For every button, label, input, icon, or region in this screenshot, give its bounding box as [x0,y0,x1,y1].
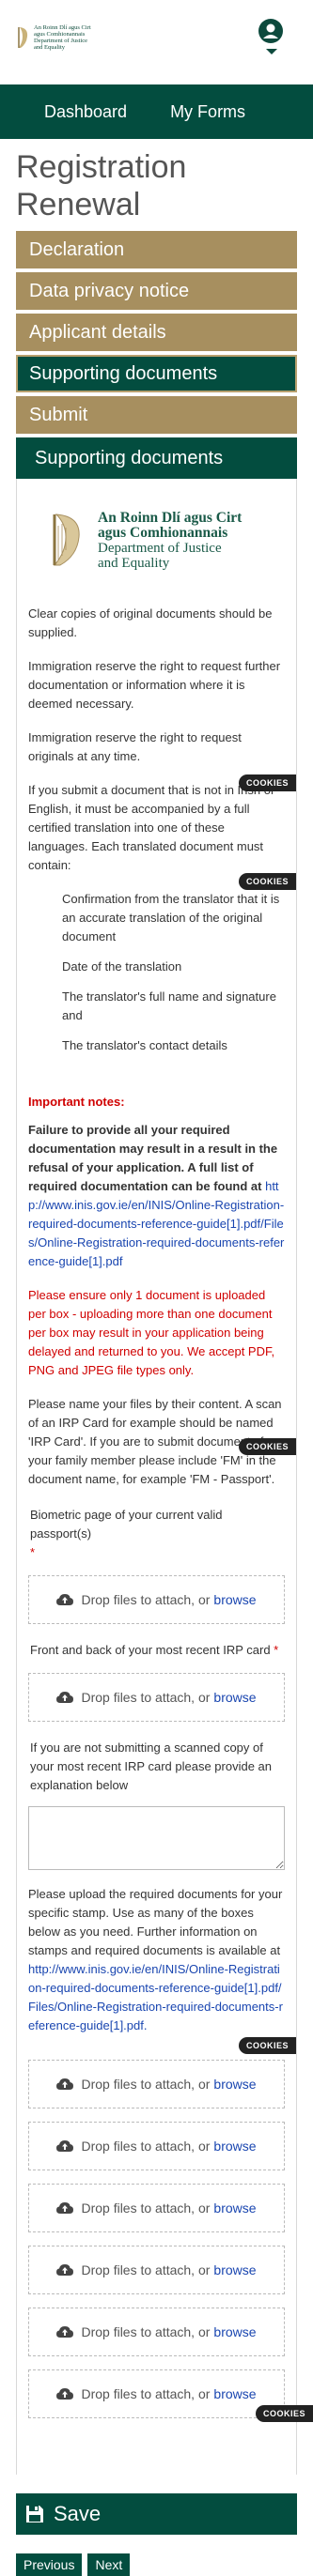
department-name: An Roinn Dlí agus Cirt agus Comhionannai… [98,510,243,572]
browse-link[interactable]: browse [213,2200,256,2216]
dept-line: and Equality [98,556,170,571]
dept-line: agus Comhionannais [98,525,228,541]
user-menu-button[interactable] [258,19,283,43]
cookies-tab[interactable]: COOKIES [238,774,296,791]
logo-line: and Equality [34,44,66,51]
cookies-tab[interactable]: COOKIES [238,873,296,890]
browse-link[interactable]: browse [213,1690,256,1705]
cookies-tab[interactable]: COOKIES [255,2405,313,2422]
stamp-dropzone[interactable]: Drop files to attach, or browse [28,2369,285,2418]
section-header: Supporting documents [16,437,297,479]
dropzone-text: Drop files to attach, or [81,2262,211,2277]
irp-dropzone[interactable]: Drop files to attach, or browse [28,1673,285,1722]
list-item: Confirmation from the translator that it… [62,892,280,943]
list-item: The translator's full name and signature… [62,989,276,1022]
cookies-tab[interactable]: COOKIES [238,1438,296,1455]
dept-line: An Roinn Dlí agus Cirt [98,510,243,526]
stamp-instructions: Please upload the required documents for… [28,1885,285,2035]
bottom-navigation: Previous Next [16,2553,297,2576]
required-mark: * [30,1545,36,1559]
passport-field-label: Biometric page of your current valid pas… [28,1506,285,1562]
floppy-disk-icon [26,2506,43,2522]
logo-text: An Roinn Dlí agus Cirt agus Comhionannai… [34,24,91,51]
important-bold-text: Failure to provide all your required doc… [28,1123,278,1193]
logo-line: Department of Justice [34,38,88,44]
browse-link[interactable]: browse [213,1592,256,1607]
department-banner: An Roinn Dlí agus Cirt agus Comhionannai… [28,479,285,595]
dept-line: Department of Justice [98,541,222,556]
step-supporting-documents[interactable]: Supporting documents [16,355,297,392]
dropzone-text: Drop files to attach, or [81,2200,211,2216]
dropzone-text: Drop files to attach, or [81,2386,211,2401]
list-item: Date of the translation [62,959,182,974]
cookies-tab[interactable]: COOKIES [238,2037,296,2054]
chevron-down-icon[interactable] [266,49,277,54]
harp-icon [53,514,80,566]
explanation-field-label: If you are not submitting a scanned copy… [30,1740,273,1792]
info-paragraph: Immigration reserve the right to request… [28,730,242,763]
nav-dashboard[interactable]: Dashboard [0,84,127,139]
cloud-upload-icon [56,2202,74,2214]
step-submit[interactable]: Submit [16,396,297,434]
irp-field-label: Front and back of your most recent IRP c… [28,1641,285,1660]
step-applicant-details[interactable]: Applicant details [16,314,297,351]
cloud-upload-icon [56,1692,74,1703]
passport-label-text: Biometric page of your current valid pas… [30,1508,223,1541]
info-paragraph: Immigration reserve the right to request… [28,659,281,711]
cloud-upload-icon [56,2078,74,2090]
stamp-dropzone[interactable]: Drop files to attach, or browse [28,2060,285,2108]
important-heading: Important notes: [28,1095,125,1109]
browse-link[interactable]: browse [213,2386,256,2401]
previous-button[interactable]: Previous [16,2553,83,2576]
info-paragraph: Clear copies of original documents shoul… [28,606,273,639]
department-logo[interactable]: An Roinn Dlí agus Cirt agus Comhionannai… [17,24,91,51]
cloud-upload-icon [56,2264,74,2276]
top-header: An Roinn Dlí agus Cirt agus Comhionannai… [0,0,313,84]
stamp-dropzone[interactable]: Drop files to attach, or browse [28,2246,285,2294]
browse-link[interactable]: browse [213,2262,256,2277]
upload-warning: Please ensure only 1 document is uploade… [28,1288,275,1377]
browse-link[interactable]: browse [213,2139,256,2154]
stamp-dropzone[interactable]: Drop files to attach, or browse [28,2184,285,2232]
harp-icon [18,27,28,48]
dropzone-text: Drop files to attach, or [81,2077,211,2092]
dropzone-text: Drop files to attach, or [81,1690,211,1705]
cloud-upload-icon [56,2326,74,2338]
dropzone-text: Drop files to attach, or [81,1592,211,1607]
save-label: Save [54,2502,102,2525]
browse-link[interactable]: browse [213,2324,256,2339]
browse-link[interactable]: browse [213,2077,256,2092]
dropzone-text: Drop files to attach, or [81,2324,211,2339]
stamp-dropzone[interactable]: Drop files to attach, or browse [28,2308,285,2356]
logo-line: An Roinn Dlí agus Cirt [34,24,91,31]
passport-dropzone[interactable]: Drop files to attach, or browse [28,1575,285,1624]
dropzone-text: Drop files to attach, or [81,2139,211,2154]
step-declaration[interactable]: Declaration [16,231,297,268]
nav-my-forms[interactable]: My Forms [127,84,245,139]
main-nav: Dashboard My Forms [0,84,313,139]
step-data-privacy-notice[interactable]: Data privacy notice [16,272,297,310]
irp-label-text: Front and back of your most recent IRP c… [30,1643,271,1657]
form-content: An Roinn Dlí agus Cirt agus Comhionannai… [16,479,297,2475]
explanation-textarea[interactable] [28,1806,285,1870]
cloud-upload-icon [56,2388,74,2400]
logo-line: agus Comhionannais [34,31,86,38]
stamp-text: Please upload the required documents for… [28,1887,283,1957]
cloud-upload-icon [56,1594,74,1605]
cloud-upload-icon [56,2140,74,2152]
stamp-dropzone[interactable]: Drop files to attach, or browse [28,2122,285,2170]
page-title: Registration Renewal [16,149,187,222]
translation-requirements-list: Confirmation from the translator that it… [62,890,285,1055]
save-button[interactable]: Save [16,2493,297,2535]
next-button[interactable]: Next [87,2553,131,2576]
list-item: The translator's contact details [62,1038,227,1052]
step-list: Declaration Data privacy notice Applican… [16,231,297,434]
stamp-guide-link[interactable]: http://www.inis.gov.ie/en/INIS/Online-Re… [28,1962,283,2032]
stamp-dropzone-list: Drop files to attach, or browse Drop files… [28,2060,285,2418]
info-paragraph: If you submit a document that is not in … [28,783,275,872]
required-mark: * [274,1643,279,1657]
user-circle-icon [263,23,278,38]
